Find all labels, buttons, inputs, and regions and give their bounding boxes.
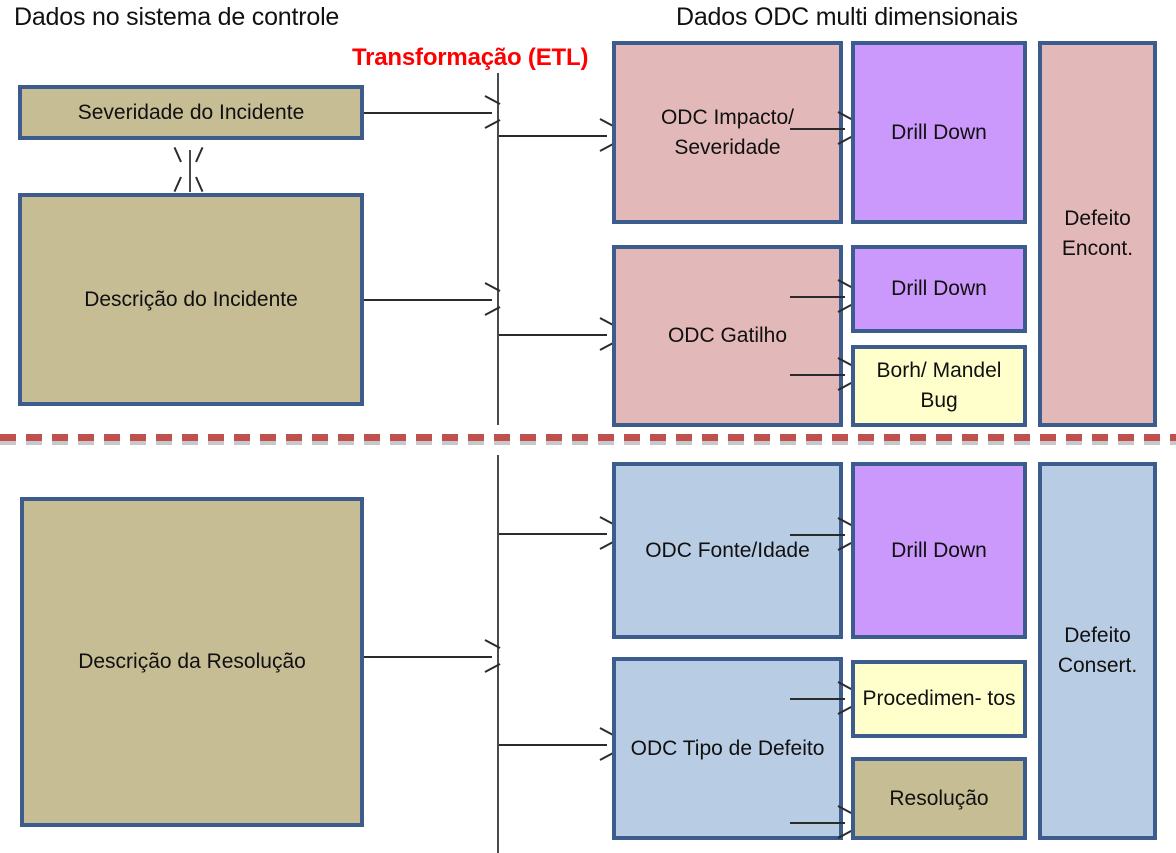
bidirectional-link-arrow-down <box>180 177 198 192</box>
arrowhead-impacto-to-drilldown <box>836 119 852 137</box>
arrow-etl-to-odc-fonte-idade <box>499 533 607 535</box>
source-box-descricao-da-resolucao[interactable]: Descrição da Resolução <box>20 497 364 827</box>
arrowhead-gatilho-to-borh-mandel-bug <box>836 365 852 383</box>
analysis-box-label: Resolução <box>889 786 989 810</box>
arrow-severidade-to-etl <box>364 112 492 114</box>
odc-box-impacto-severidade[interactable]: ODC Impacto/ Severidade <box>612 41 843 224</box>
bidirectional-link-arrow-up <box>180 146 198 161</box>
odc-box-label: ODC Fonte/Idade <box>645 538 810 562</box>
arrowhead-fonte-idade-to-drilldown <box>836 525 852 543</box>
source-box-severidade-do-incidente[interactable]: Severidade do Incidente <box>18 85 364 140</box>
arrow-descricao-incidente-to-etl <box>364 299 492 301</box>
arrowhead-tipo-defeito-to-procedimentos <box>836 689 852 707</box>
etl-transformation-label: Transformação (ETL) <box>352 44 589 71</box>
odc-box-label: ODC Impacto/ Severidade <box>660 105 795 159</box>
arrowhead-severidade-to-etl <box>483 103 499 121</box>
outcome-box-label: Defeito Consert. <box>1057 624 1138 677</box>
analysis-box-resolucao[interactable]: Resolução <box>851 757 1027 840</box>
left-section-heading: Dados no sistema de controle <box>14 3 340 31</box>
analysis-box-drill-down-fonte-idade[interactable]: Drill Down <box>851 462 1027 639</box>
analysis-box-procedimentos[interactable]: Procedimen- tos <box>851 660 1027 738</box>
analysis-box-label: Procedimen- tos <box>862 687 1016 710</box>
source-box-label: Descrição do Incidente <box>84 287 298 311</box>
analysis-box-drill-down-impacto[interactable]: Drill Down <box>851 41 1027 224</box>
etl-spine-top <box>497 73 499 425</box>
odc-box-fonte-idade[interactable]: ODC Fonte/Idade <box>612 462 843 639</box>
section-divider-shadow <box>0 441 1176 445</box>
arrowhead-tipo-defeito-to-resolucao <box>836 813 852 831</box>
odc-box-label: ODC Tipo de Defeito <box>630 736 825 760</box>
arrow-etl-to-odc-tipo-de-defeito <box>499 744 607 746</box>
source-box-label: Severidade do Incidente <box>77 100 305 124</box>
outcome-box-defeito-consertado[interactable]: Defeito Consert. <box>1038 462 1157 840</box>
source-box-descricao-do-incidente[interactable]: Descrição do Incidente <box>18 193 364 406</box>
odc-transformation-diagram: Dados no sistema de controle Dados ODC m… <box>0 0 1176 853</box>
analysis-box-label: Drill Down <box>891 277 987 300</box>
right-section-heading: Dados ODC multi dimensionais <box>676 3 1018 31</box>
arrow-descricao-resolucao-to-etl <box>364 656 492 658</box>
analysis-box-label: Drill Down <box>891 120 987 144</box>
odc-box-label: ODC Gatilho <box>667 324 788 347</box>
odc-box-tipo-de-defeito[interactable]: ODC Tipo de Defeito <box>612 657 843 840</box>
outcome-box-label: Defeito Encont. <box>1061 207 1134 260</box>
analysis-box-label: Borh/ Mandel Bug <box>876 359 1002 412</box>
arrow-etl-to-odc-gatilho <box>499 334 607 336</box>
analysis-box-borh-mandel-bug[interactable]: Borh/ Mandel Bug <box>851 345 1027 427</box>
source-box-label: Descrição da Resolução <box>78 650 306 673</box>
section-divider <box>0 434 1176 441</box>
analysis-box-drill-down-gatilho[interactable]: Drill Down <box>851 245 1027 333</box>
arrowhead-gatilho-to-drilldown <box>836 287 852 305</box>
arrow-etl-to-odc-impacto <box>499 135 607 137</box>
arrowhead-descricao-resolucao-to-etl <box>483 647 499 665</box>
odc-box-gatilho[interactable]: ODC Gatilho <box>612 245 843 427</box>
outcome-box-defeito-encontrado[interactable]: Defeito Encont. <box>1038 41 1157 427</box>
arrowhead-descricao-incidente-to-etl <box>483 290 499 308</box>
analysis-box-label: Drill Down <box>891 538 987 562</box>
